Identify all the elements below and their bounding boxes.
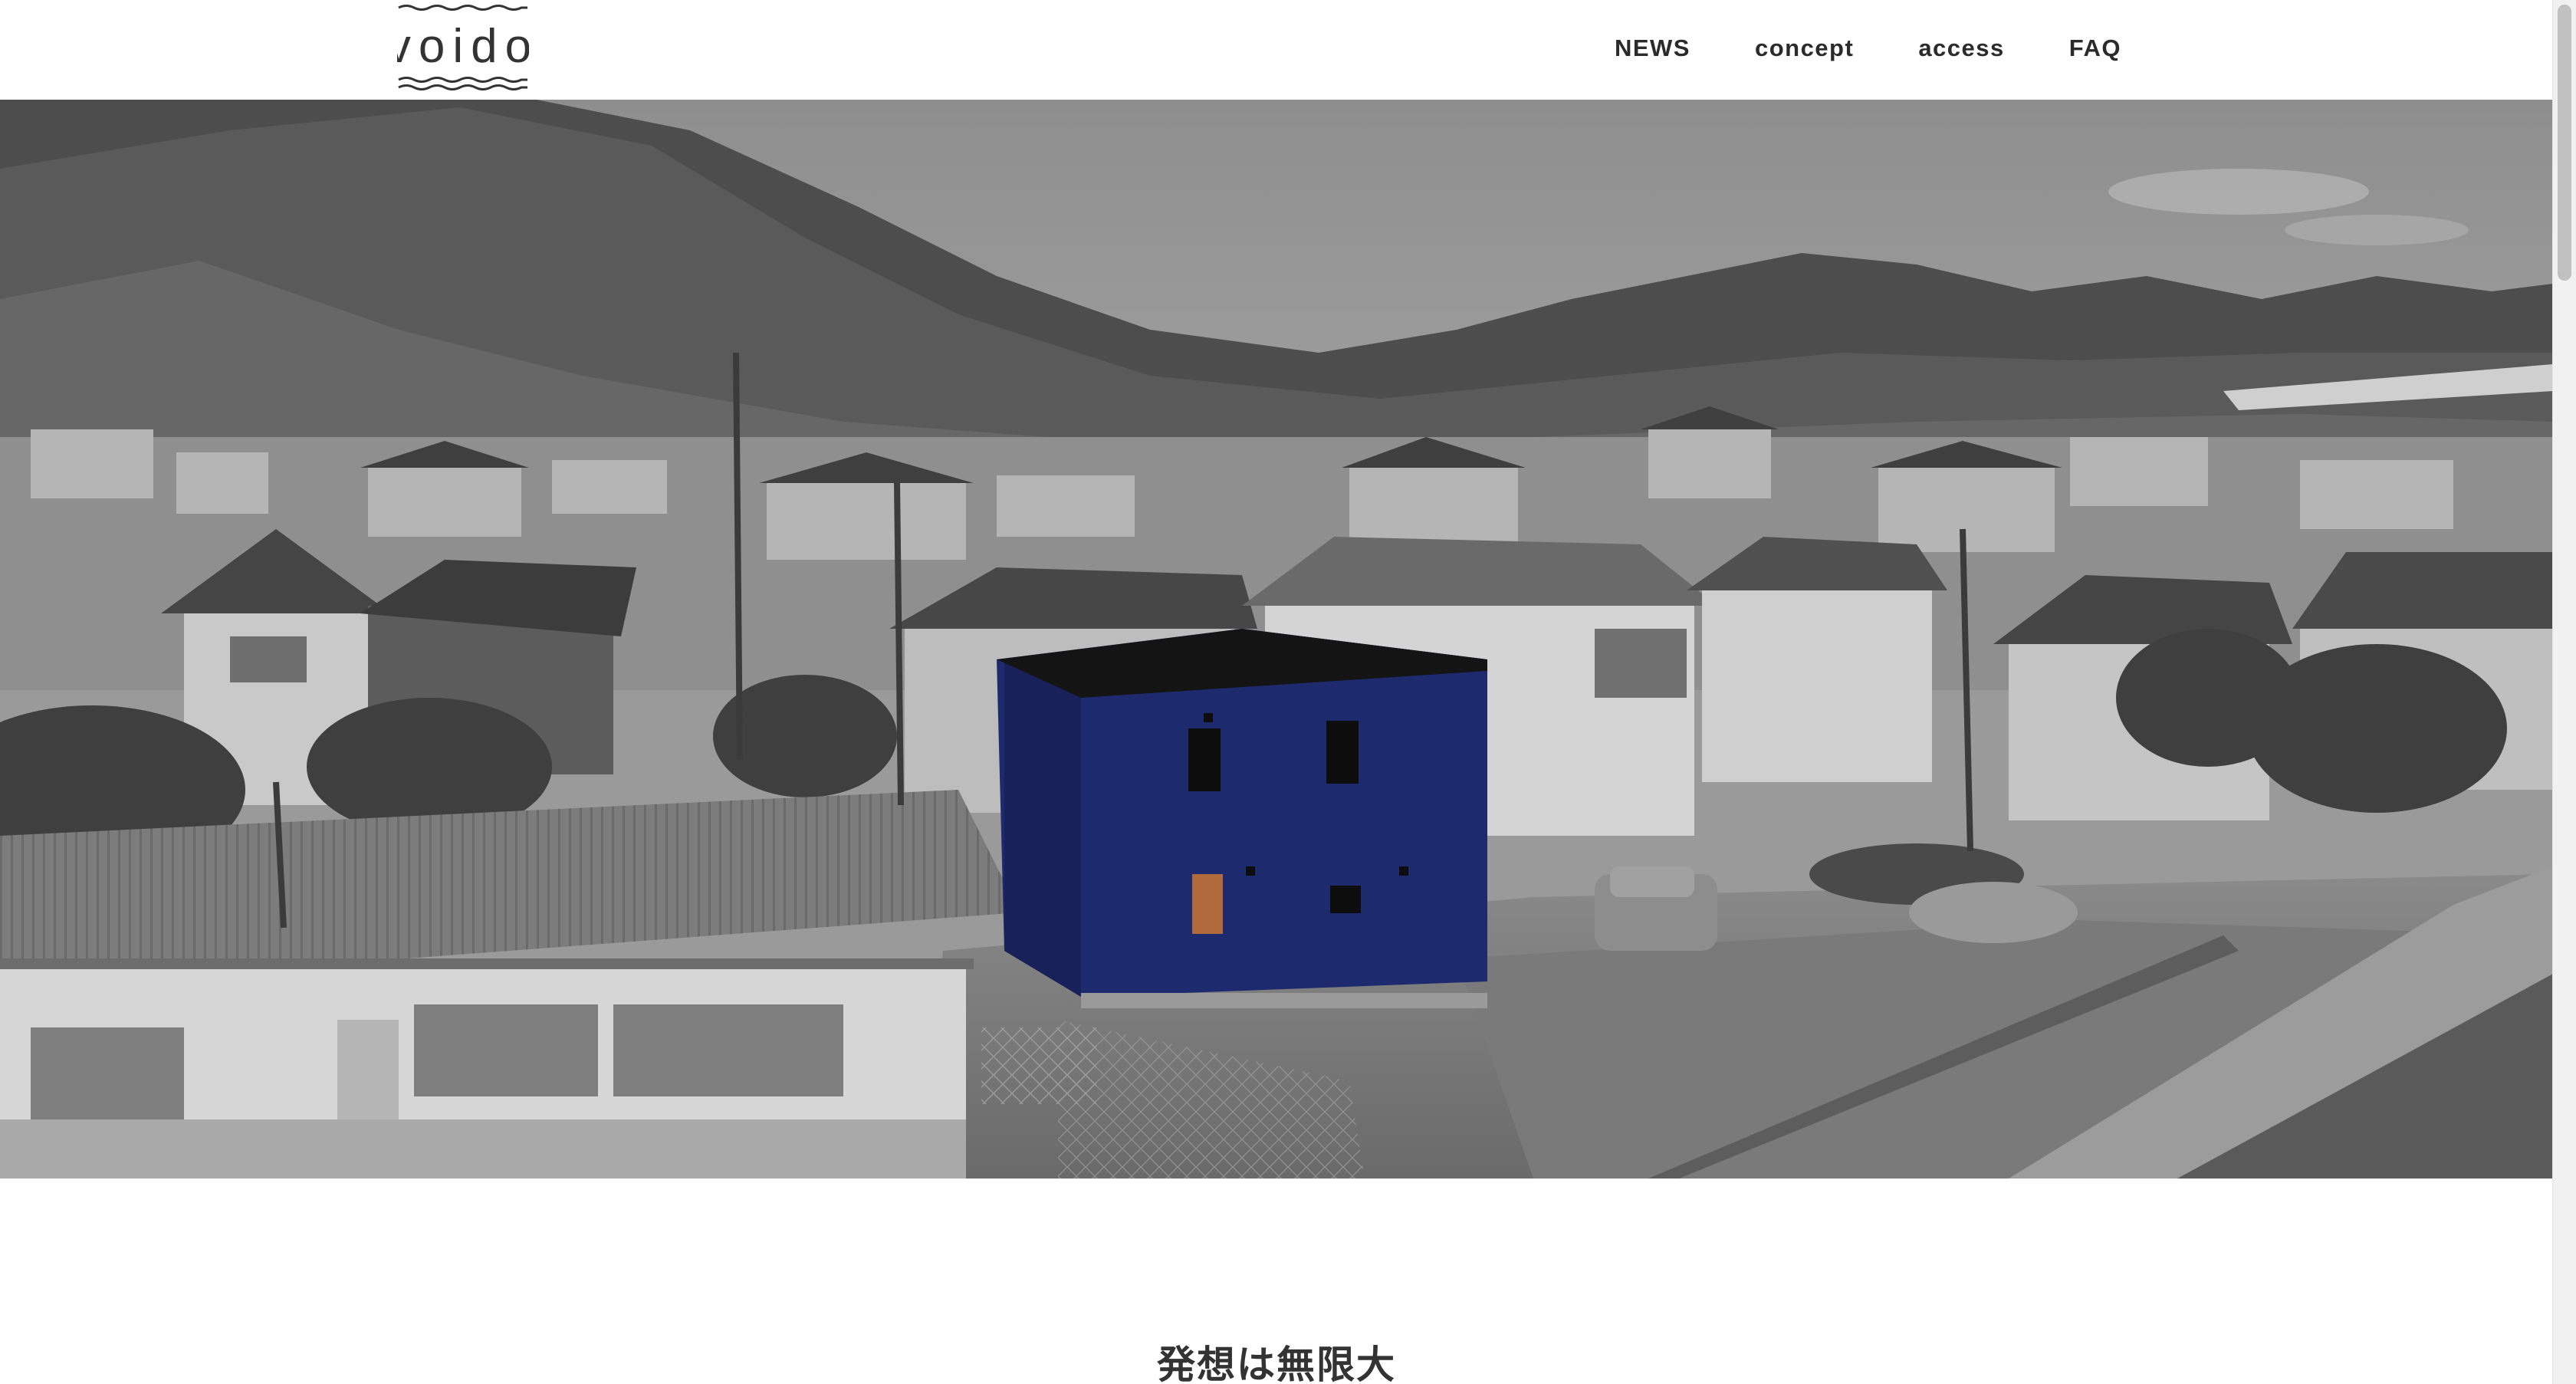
hero-photo xyxy=(0,100,2553,1179)
logo-graphic: voido xyxy=(397,5,529,90)
site-header: voido NEWS concept access FAQ xyxy=(0,0,2553,100)
main-nav: NEWS concept access FAQ xyxy=(1550,0,2121,97)
vertical-scrollbar[interactable] xyxy=(2552,0,2576,1384)
site-logo[interactable]: voido xyxy=(397,3,529,90)
blue-house xyxy=(997,629,1487,1008)
nav-item-faq[interactable]: FAQ xyxy=(2069,35,2121,62)
scrollbar-thumb[interactable] xyxy=(2558,5,2571,281)
section-title: 発想は無限大 xyxy=(1157,1343,1396,1384)
nav-item-news[interactable]: NEWS xyxy=(1615,35,1691,62)
hero-image xyxy=(0,100,2553,1179)
nav-item-concept[interactable]: concept xyxy=(1755,35,1854,62)
logo-text: voido xyxy=(397,20,529,73)
page: voido NEWS concept access FAQ 発想は無限大 xyxy=(0,0,2576,1384)
nav-item-access[interactable]: access xyxy=(1918,35,2004,62)
